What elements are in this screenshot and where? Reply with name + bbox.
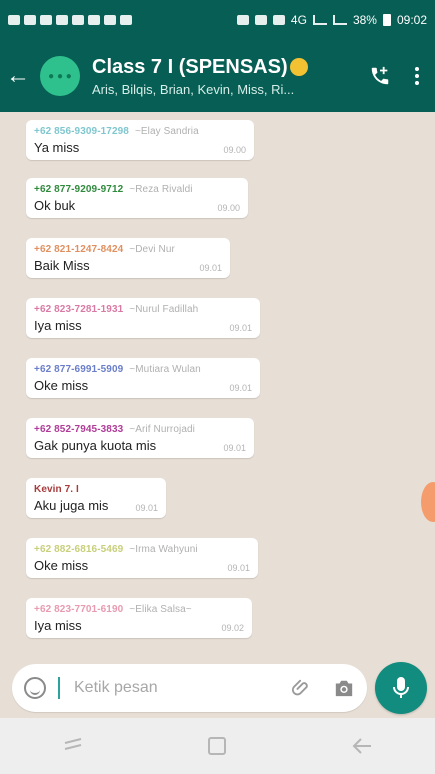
message-sender: +62 877-6991-5909 ~Mutiara Wulan [34,364,252,375]
group-name: Class 7 I (SPENSAS) [92,55,288,78]
message-time: 09.01 [223,443,246,453]
camera-icon[interactable] [333,678,355,698]
sender-number: +62 877-6991-5909 [34,364,124,375]
message-time: 09.01 [229,323,252,333]
notification-icons [8,15,132,25]
chat-notification-icon [8,15,20,25]
sender-alias: ~Elika Salsa~ [129,604,192,615]
message-bubble[interactable]: +62 877-6991-5909 ~Mutiara Wulan Oke miss… [26,358,260,398]
clock: 09:02 [396,13,427,27]
sender-alias: ~Mutiara Wulan [129,364,201,375]
message-bubble[interactable]: +62 877-9209-9712 ~Reza Rivaldi Ok buk 09… [26,178,248,218]
sender-number: +62 856-9309-17298 [34,126,129,137]
sender-number: +62 877-9209-9712 [34,184,124,195]
message-sender: +62 882-6816-5469 ~Irma Wahyuni [34,544,250,555]
message-bubble[interactable]: +62 823-7281-1931 ~Nurul Fadillah Iya mis… [26,298,260,338]
sender-number: +62 823-7281-1931 [34,304,124,315]
system-navigation-bar [0,718,435,774]
sender-number: +62 882-6816-5469 [34,544,124,555]
sender-alias: ~Elay Sandria [134,126,199,137]
sync-icon [272,15,285,25]
message-time: 09.01 [229,383,252,393]
message-bubble[interactable]: +62 821-1247-8424 ~Devi Nur Baik Miss 09.… [26,238,230,278]
message-sender: Kevin 7. I [34,484,158,495]
mute-icon [254,15,267,25]
chat-notification-icon [24,15,36,25]
participants-list: Aris, Bilqis, Brian, Kevin, Miss, Ri... [92,81,295,97]
message-input-box[interactable] [12,664,367,712]
message-time: 09.00 [217,203,240,213]
battery-percent: 38% [352,13,377,27]
chat-header: ← ● ● ● Class 7 I (SPENSAS) Aris, Bilqis… [0,40,435,112]
sender-number: +62 823-7701-6190 [34,604,124,615]
message-time: 09.01 [227,563,250,573]
microphone-icon[interactable] [375,662,427,714]
group-title: Class 7 I (SPENSAS) [92,56,332,79]
message-text: Oke miss [34,378,89,393]
gallery-icon [72,15,84,25]
sender-alias: ~Reza Rivaldi [129,184,193,195]
message-list[interactable]: +62 856-9309-17298 ~Elay Sandria Ya miss … [0,112,435,658]
message-text: Ya miss [34,140,80,155]
chat-title-area[interactable]: Class 7 I (SPENSAS) Aris, Bilqis, Brian,… [92,56,332,97]
sender-number: +62 821-1247-8424 [34,244,124,255]
message-bubble[interactable]: +62 882-6816-5469 ~Irma Wahyuni Oke miss … [26,538,258,578]
message-text: Ok buk [34,198,76,213]
message-bubble[interactable]: +62 856-9309-17298 ~Elay Sandria Ya miss … [26,120,254,160]
message-sender: +62 823-7701-6190 ~Elika Salsa~ [34,604,244,615]
sender-alias: ~Devi Nur [129,244,175,255]
sender-alias: ~Arif Nurrojadi [129,424,195,435]
sender-alias: ~Irma Wahyuni [129,544,198,555]
recent-apps-icon[interactable] [62,737,84,755]
scroll-to-bottom-handle[interactable] [421,482,435,522]
cast-icon [120,15,132,25]
battery-icon [382,14,391,26]
message-time: 09.01 [135,503,158,513]
sender-number: +62 852-7945-3833 [34,424,124,435]
message-bubble[interactable]: +62 852-7945-3833 ~Arif Nurrojadi Gak pun… [26,418,254,458]
back-arrow-icon[interactable]: ← [0,62,36,90]
paperclip-icon[interactable] [291,677,313,699]
emoji-icon[interactable] [24,677,46,699]
image-icon [236,15,249,25]
signal-icon [332,15,347,25]
message-input[interactable] [74,679,264,697]
message-text: Baik Miss [34,258,90,273]
back-nav-icon[interactable] [351,737,373,755]
download-icon [40,15,52,25]
message-text: Oke miss [34,558,89,573]
network-type: 4G [290,13,307,27]
message-sender: +62 856-9309-17298 ~Elay Sandria [34,126,246,137]
message-bubble[interactable]: +62 823-7701-6190 ~Elika Salsa~ Iya miss … [26,598,252,638]
message-text: Iya miss [34,618,82,633]
text-cursor [58,677,60,699]
gallery-icon [104,15,116,25]
message-bubble[interactable]: Kevin 7. I Aku juga mis 09.01 [26,478,166,518]
message-sender: +62 821-1247-8424 ~Devi Nur [34,244,222,255]
add-call-icon[interactable] [369,65,391,87]
home-icon[interactable] [207,736,227,756]
status-bar: 4G 38% 09:02 [0,0,435,40]
message-sender: +62 877-9209-9712 ~Reza Rivaldi [34,184,240,195]
message-composer [0,658,435,718]
group-avatar[interactable]: ● ● ● [40,56,80,96]
message-sender: +62 823-7281-1931 ~Nurul Fadillah [34,304,252,315]
check-icon [56,15,68,25]
message-text: Iya miss [34,318,82,333]
video-icon [88,15,100,25]
more-vertical-icon[interactable] [415,67,419,85]
message-sender: +62 852-7945-3833 ~Arif Nurrojadi [34,424,246,435]
message-time: 09.01 [199,263,222,273]
sender-name: Kevin 7. I [34,484,79,495]
message-text: Gak punya kuota mis [34,438,157,453]
message-time: 09.02 [221,623,244,633]
sender-alias: ~Nurul Fadillah [129,304,199,315]
smiley-emoji-icon [289,57,308,76]
message-time: 09.00 [223,145,246,155]
signal-icon [312,15,327,25]
